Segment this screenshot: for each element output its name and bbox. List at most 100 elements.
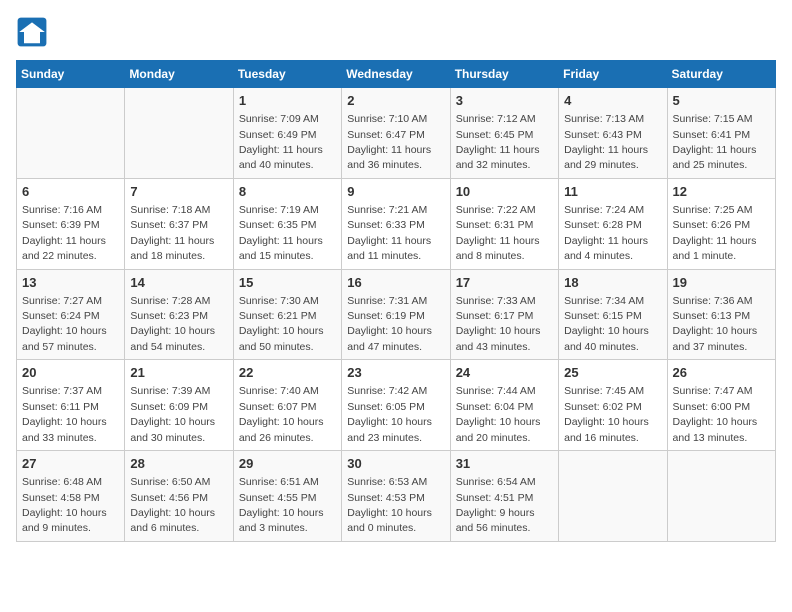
day-number: 13 bbox=[22, 274, 119, 292]
weekday-header: Friday bbox=[559, 61, 667, 88]
logo-icon bbox=[16, 16, 48, 48]
calendar-cell bbox=[17, 88, 125, 179]
day-number: 23 bbox=[347, 364, 444, 382]
day-info: Sunrise: 7:16 AMSunset: 6:39 PMDaylight:… bbox=[22, 204, 106, 262]
day-info: Sunrise: 7:44 AMSunset: 6:04 PMDaylight:… bbox=[456, 385, 541, 443]
day-number: 18 bbox=[564, 274, 661, 292]
calendar-cell: 26 Sunrise: 7:47 AMSunset: 6:00 PMDaylig… bbox=[667, 360, 775, 451]
header bbox=[16, 16, 776, 48]
weekday-header: Monday bbox=[125, 61, 233, 88]
calendar-cell: 29 Sunrise: 6:51 AMSunset: 4:55 PMDaylig… bbox=[233, 451, 341, 542]
day-info: Sunrise: 7:18 AMSunset: 6:37 PMDaylight:… bbox=[130, 204, 214, 262]
day-number: 19 bbox=[673, 274, 770, 292]
day-number: 26 bbox=[673, 364, 770, 382]
day-number: 3 bbox=[456, 92, 553, 110]
calendar-week-row: 27 Sunrise: 6:48 AMSunset: 4:58 PMDaylig… bbox=[17, 451, 776, 542]
calendar-cell bbox=[667, 451, 775, 542]
calendar-cell: 20 Sunrise: 7:37 AMSunset: 6:11 PMDaylig… bbox=[17, 360, 125, 451]
weekday-header: Tuesday bbox=[233, 61, 341, 88]
weekday-header: Saturday bbox=[667, 61, 775, 88]
calendar-cell: 12 Sunrise: 7:25 AMSunset: 6:26 PMDaylig… bbox=[667, 178, 775, 269]
day-info: Sunrise: 7:12 AMSunset: 6:45 PMDaylight:… bbox=[456, 113, 540, 171]
calendar-week-row: 13 Sunrise: 7:27 AMSunset: 6:24 PMDaylig… bbox=[17, 269, 776, 360]
calendar-cell bbox=[559, 451, 667, 542]
day-info: Sunrise: 6:53 AMSunset: 4:53 PMDaylight:… bbox=[347, 476, 432, 534]
day-number: 24 bbox=[456, 364, 553, 382]
day-number: 16 bbox=[347, 274, 444, 292]
calendar-cell: 11 Sunrise: 7:24 AMSunset: 6:28 PMDaylig… bbox=[559, 178, 667, 269]
day-info: Sunrise: 7:30 AMSunset: 6:21 PMDaylight:… bbox=[239, 295, 324, 353]
day-number: 6 bbox=[22, 183, 119, 201]
calendar-cell: 19 Sunrise: 7:36 AMSunset: 6:13 PMDaylig… bbox=[667, 269, 775, 360]
calendar-cell: 4 Sunrise: 7:13 AMSunset: 6:43 PMDayligh… bbox=[559, 88, 667, 179]
calendar-cell: 18 Sunrise: 7:34 AMSunset: 6:15 PMDaylig… bbox=[559, 269, 667, 360]
day-info: Sunrise: 7:28 AMSunset: 6:23 PMDaylight:… bbox=[130, 295, 215, 353]
day-info: Sunrise: 7:42 AMSunset: 6:05 PMDaylight:… bbox=[347, 385, 432, 443]
calendar-cell: 30 Sunrise: 6:53 AMSunset: 4:53 PMDaylig… bbox=[342, 451, 450, 542]
day-number: 21 bbox=[130, 364, 227, 382]
day-info: Sunrise: 7:21 AMSunset: 6:33 PMDaylight:… bbox=[347, 204, 431, 262]
day-number: 27 bbox=[22, 455, 119, 473]
calendar-cell: 7 Sunrise: 7:18 AMSunset: 6:37 PMDayligh… bbox=[125, 178, 233, 269]
calendar-week-row: 6 Sunrise: 7:16 AMSunset: 6:39 PMDayligh… bbox=[17, 178, 776, 269]
day-info: Sunrise: 7:40 AMSunset: 6:07 PMDaylight:… bbox=[239, 385, 324, 443]
calendar-cell: 6 Sunrise: 7:16 AMSunset: 6:39 PMDayligh… bbox=[17, 178, 125, 269]
weekday-header: Sunday bbox=[17, 61, 125, 88]
calendar-cell: 3 Sunrise: 7:12 AMSunset: 6:45 PMDayligh… bbox=[450, 88, 558, 179]
day-info: Sunrise: 7:19 AMSunset: 6:35 PMDaylight:… bbox=[239, 204, 323, 262]
day-info: Sunrise: 7:33 AMSunset: 6:17 PMDaylight:… bbox=[456, 295, 541, 353]
calendar-cell: 28 Sunrise: 6:50 AMSunset: 4:56 PMDaylig… bbox=[125, 451, 233, 542]
day-info: Sunrise: 6:54 AMSunset: 4:51 PMDaylight:… bbox=[456, 476, 536, 534]
day-number: 12 bbox=[673, 183, 770, 201]
calendar-table: SundayMondayTuesdayWednesdayThursdayFrid… bbox=[16, 60, 776, 542]
logo bbox=[16, 16, 52, 48]
calendar-cell: 9 Sunrise: 7:21 AMSunset: 6:33 PMDayligh… bbox=[342, 178, 450, 269]
calendar-cell: 24 Sunrise: 7:44 AMSunset: 6:04 PMDaylig… bbox=[450, 360, 558, 451]
day-number: 15 bbox=[239, 274, 336, 292]
day-number: 31 bbox=[456, 455, 553, 473]
calendar-cell: 5 Sunrise: 7:15 AMSunset: 6:41 PMDayligh… bbox=[667, 88, 775, 179]
day-number: 8 bbox=[239, 183, 336, 201]
day-number: 11 bbox=[564, 183, 661, 201]
calendar-cell: 2 Sunrise: 7:10 AMSunset: 6:47 PMDayligh… bbox=[342, 88, 450, 179]
calendar-cell: 8 Sunrise: 7:19 AMSunset: 6:35 PMDayligh… bbox=[233, 178, 341, 269]
calendar-cell: 1 Sunrise: 7:09 AMSunset: 6:49 PMDayligh… bbox=[233, 88, 341, 179]
day-info: Sunrise: 7:13 AMSunset: 6:43 PMDaylight:… bbox=[564, 113, 648, 171]
day-info: Sunrise: 7:45 AMSunset: 6:02 PMDaylight:… bbox=[564, 385, 649, 443]
calendar-cell: 22 Sunrise: 7:40 AMSunset: 6:07 PMDaylig… bbox=[233, 360, 341, 451]
weekday-header: Thursday bbox=[450, 61, 558, 88]
day-number: 25 bbox=[564, 364, 661, 382]
day-info: Sunrise: 7:25 AMSunset: 6:26 PMDaylight:… bbox=[673, 204, 757, 262]
day-number: 20 bbox=[22, 364, 119, 382]
day-number: 14 bbox=[130, 274, 227, 292]
day-info: Sunrise: 7:47 AMSunset: 6:00 PMDaylight:… bbox=[673, 385, 758, 443]
day-number: 7 bbox=[130, 183, 227, 201]
day-number: 17 bbox=[456, 274, 553, 292]
calendar-cell: 17 Sunrise: 7:33 AMSunset: 6:17 PMDaylig… bbox=[450, 269, 558, 360]
calendar-cell bbox=[125, 88, 233, 179]
calendar-body: 1 Sunrise: 7:09 AMSunset: 6:49 PMDayligh… bbox=[17, 88, 776, 542]
calendar-cell: 27 Sunrise: 6:48 AMSunset: 4:58 PMDaylig… bbox=[17, 451, 125, 542]
day-number: 10 bbox=[456, 183, 553, 201]
calendar-cell: 31 Sunrise: 6:54 AMSunset: 4:51 PMDaylig… bbox=[450, 451, 558, 542]
calendar-cell: 14 Sunrise: 7:28 AMSunset: 6:23 PMDaylig… bbox=[125, 269, 233, 360]
calendar-cell: 10 Sunrise: 7:22 AMSunset: 6:31 PMDaylig… bbox=[450, 178, 558, 269]
calendar-cell: 23 Sunrise: 7:42 AMSunset: 6:05 PMDaylig… bbox=[342, 360, 450, 451]
day-number: 2 bbox=[347, 92, 444, 110]
day-info: Sunrise: 7:10 AMSunset: 6:47 PMDaylight:… bbox=[347, 113, 431, 171]
day-number: 5 bbox=[673, 92, 770, 110]
day-number: 9 bbox=[347, 183, 444, 201]
day-number: 28 bbox=[130, 455, 227, 473]
calendar-week-row: 1 Sunrise: 7:09 AMSunset: 6:49 PMDayligh… bbox=[17, 88, 776, 179]
day-info: Sunrise: 6:51 AMSunset: 4:55 PMDaylight:… bbox=[239, 476, 324, 534]
calendar-header: SundayMondayTuesdayWednesdayThursdayFrid… bbox=[17, 61, 776, 88]
day-number: 22 bbox=[239, 364, 336, 382]
day-number: 29 bbox=[239, 455, 336, 473]
calendar-cell: 16 Sunrise: 7:31 AMSunset: 6:19 PMDaylig… bbox=[342, 269, 450, 360]
day-info: Sunrise: 7:27 AMSunset: 6:24 PMDaylight:… bbox=[22, 295, 107, 353]
day-info: Sunrise: 7:22 AMSunset: 6:31 PMDaylight:… bbox=[456, 204, 540, 262]
day-info: Sunrise: 6:48 AMSunset: 4:58 PMDaylight:… bbox=[22, 476, 107, 534]
calendar-cell: 13 Sunrise: 7:27 AMSunset: 6:24 PMDaylig… bbox=[17, 269, 125, 360]
day-number: 30 bbox=[347, 455, 444, 473]
calendar-cell: 21 Sunrise: 7:39 AMSunset: 6:09 PMDaylig… bbox=[125, 360, 233, 451]
